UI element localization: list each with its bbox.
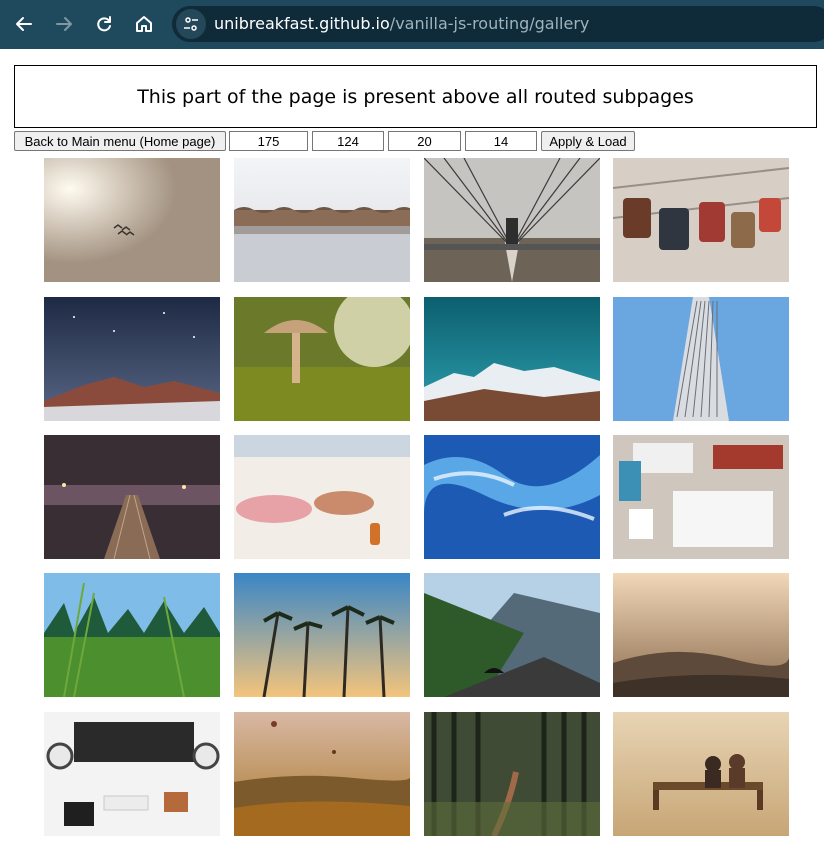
home-icon[interactable] — [128, 8, 160, 40]
gallery-image-breakwater-sea[interactable] — [234, 158, 410, 282]
back-arrow-icon[interactable] — [8, 8, 40, 40]
width-input[interactable] — [229, 131, 308, 151]
gallery-image-desk-flatlay[interactable] — [613, 435, 789, 559]
gallery-image-couple-on-bench[interactable] — [613, 712, 789, 836]
gallery-image-love-locks[interactable] — [613, 158, 789, 282]
gallery-image-birds-in-hazy-sky[interactable] — [44, 158, 220, 282]
gallery-image-foggy-hills[interactable] — [613, 573, 789, 697]
gallery-image-bridge-cables[interactable] — [424, 158, 600, 282]
browser-toolbar: unibreakfast.github.io/vanilla-js-routin… — [0, 0, 824, 49]
header-text: This part of the page is present above a… — [137, 85, 694, 108]
gallery-image-ocean-waves[interactable] — [424, 435, 600, 559]
gallery-image-forest-path[interactable] — [424, 712, 600, 836]
gallery-image-skyscraper-up-view[interactable] — [613, 297, 789, 421]
site-settings-icon[interactable] — [176, 9, 206, 39]
reload-icon[interactable] — [88, 8, 120, 40]
apply-load-button[interactable]: Apply & Load — [541, 131, 635, 151]
gallery-image-night-sky-mountains[interactable] — [44, 297, 220, 421]
url-text[interactable]: unibreakfast.github.io/vanilla-js-routin… — [214, 14, 589, 34]
forward-arrow-icon[interactable] — [48, 8, 80, 40]
gallery-image-mountain-road-tunnel[interactable] — [424, 573, 600, 697]
gallery-image-beach-sunbathers[interactable] — [234, 435, 410, 559]
gallery-image-mushroom-closeup[interactable] — [234, 297, 410, 421]
persistent-header: This part of the page is present above a… — [14, 65, 817, 128]
gallery-image-palm-trees[interactable] — [234, 573, 410, 697]
gallery-image-grass-field-trees[interactable] — [44, 573, 220, 697]
gallery-image-snowy-mountains[interactable] — [424, 297, 600, 421]
gap-input[interactable] — [465, 131, 537, 151]
gallery-image-hot-air-balloons[interactable] — [234, 712, 410, 836]
count-input[interactable] — [388, 131, 461, 151]
height-input[interactable] — [312, 131, 384, 151]
back-to-main-menu-button[interactable]: Back to Main menu (Home page) — [14, 131, 226, 151]
url-path: /vanilla-js-routing/gallery — [389, 14, 590, 33]
url-host: unibreakfast.github.io — [214, 14, 390, 33]
gallery-image-desk-workspace[interactable] — [44, 712, 220, 836]
gallery-image-rail-yard-night[interactable] — [44, 435, 220, 559]
